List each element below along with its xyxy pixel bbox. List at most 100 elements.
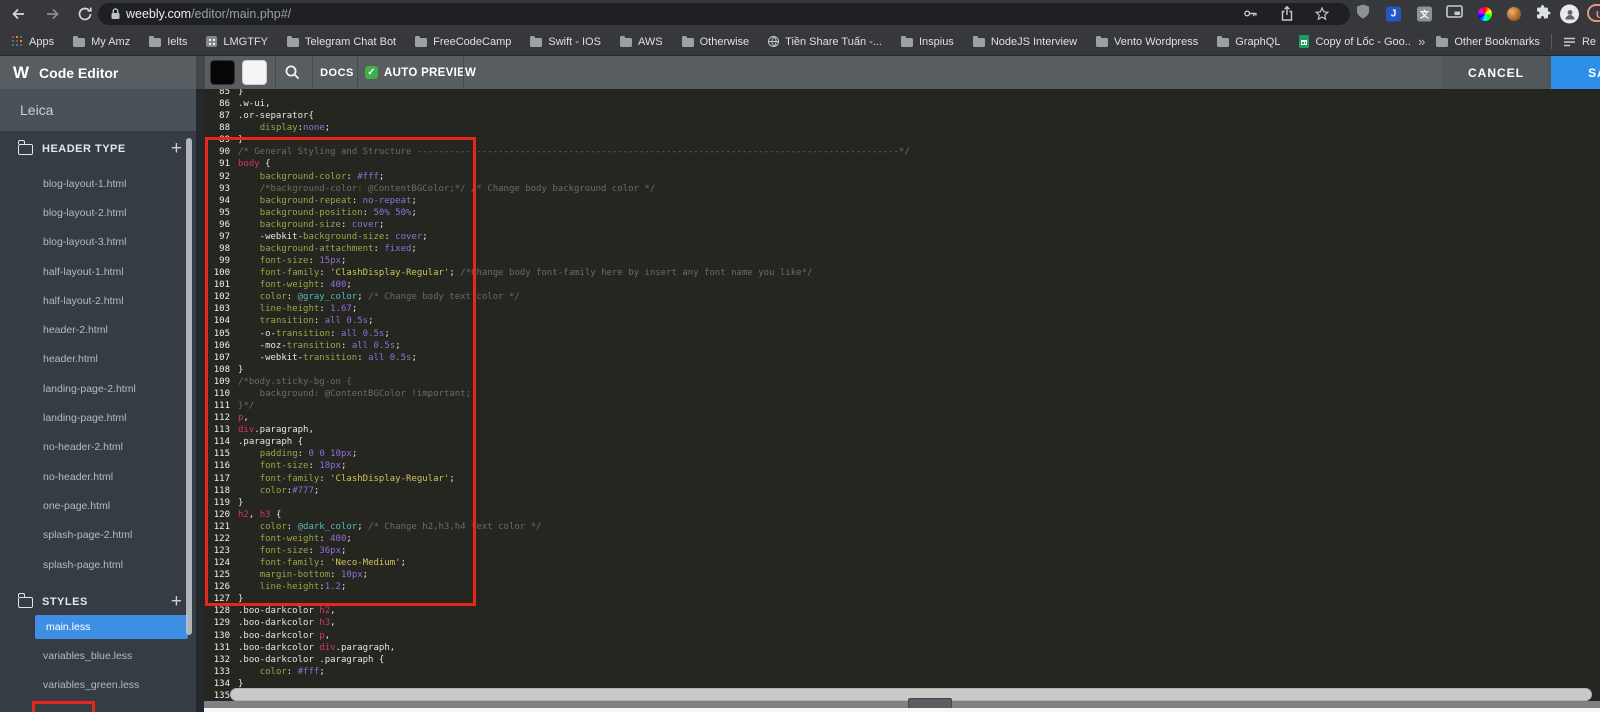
bookmark-star-icon[interactable] (1314, 6, 1330, 27)
code-line[interactable]: 94 background-repeat: no-repeat; (204, 195, 1600, 207)
code-line[interactable]: 109/*body.sticky-bg-on { (204, 376, 1600, 388)
sidebar-file-item[interactable]: splash-page.html (0, 550, 196, 579)
code-line[interactable]: 88 display:none; (204, 122, 1600, 134)
code-line[interactable]: 110 background: @ContentBGColor !importa… (204, 388, 1600, 400)
section-header-styles[interactable]: STYLES + (0, 590, 196, 614)
code-line[interactable]: 125 margin-bottom: 10px; (204, 569, 1600, 581)
bookmark-item[interactable]: Inspius (900, 36, 954, 48)
bookmark-item[interactable]: Tiền Share Tuấn -... (768, 36, 882, 48)
code-line[interactable]: 107 -webkit-transition: all 0.5s; (204, 352, 1600, 364)
code-line[interactable]: 95 background-position: 50% 50%; (204, 207, 1600, 219)
bookmark-item[interactable]: Ielts (149, 36, 187, 48)
code-line[interactable]: 114 .paragraph { (204, 436, 1600, 448)
sidebar-file-item[interactable]: splash-page-2.html (0, 521, 196, 550)
translate-extension-icon[interactable]: 文 (1417, 6, 1432, 22)
code-line[interactable]: 89} (204, 134, 1600, 146)
save-button[interactable]: SAVE (1551, 56, 1600, 89)
code-line[interactable]: 102 color: @gray_color; /* Change body t… (204, 291, 1600, 303)
code-line[interactable]: 116 font-size: 18px; (204, 460, 1600, 472)
sidebar-file-item[interactable]: header-2.html (0, 315, 196, 344)
reading-list[interactable]: Re (1563, 36, 1596, 48)
add-style-button[interactable]: + (171, 590, 182, 614)
code-line[interactable]: 119} (204, 497, 1600, 509)
bookmark-item[interactable]: Otherwise (681, 36, 749, 48)
code-line[interactable]: 93 /*background-color: @ContentBGColor;*… (204, 183, 1600, 195)
bookmark-item[interactable]: AWS (619, 36, 663, 48)
code-line[interactable]: 121 color: @dark_color; /* Change h2,h3,… (204, 521, 1600, 533)
bookmark-item[interactable]: Apps (12, 36, 54, 48)
share-icon[interactable] (1280, 5, 1294, 27)
code-line[interactable]: 115 padding: 0 0 10px; (204, 448, 1600, 460)
code-line[interactable]: 123 font-size: 36px; (204, 545, 1600, 557)
code-line[interactable]: 120 h2, h3 { (204, 509, 1600, 521)
sidebar-file-item[interactable]: blog-layout-2.html (0, 198, 196, 227)
bookmark-item[interactable]: LMGTFY (206, 36, 268, 48)
add-file-button[interactable]: + (171, 137, 182, 161)
forward-icon[interactable] (44, 6, 61, 23)
lock-icon[interactable] (110, 7, 121, 26)
bookmarks-overflow-chevron[interactable]: » (1418, 34, 1425, 49)
code-line[interactable]: 103 line-height: 1.67; (204, 303, 1600, 315)
profile-avatar[interactable] (1560, 4, 1579, 24)
bookmark-item[interactable]: Copy of Lốc - Goo... (1299, 35, 1414, 48)
theme-light-swatch[interactable] (242, 60, 267, 85)
docs-button[interactable]: DOCS (318, 56, 356, 89)
page-scrollbar-track[interactable] (204, 701, 1600, 708)
sidebar-scrollbar[interactable] (186, 138, 192, 635)
bookmark-item[interactable]: NodeJS Interview (972, 36, 1077, 48)
sidebar-file-item[interactable]: main.less (0, 613, 196, 642)
sidebar-file-item[interactable]: one-page.html (0, 491, 196, 520)
code-line[interactable]: 99 font-size: 15px; (204, 255, 1600, 267)
code-line[interactable]: 111}*/ (204, 400, 1600, 412)
code-line[interactable]: 131 .boo-darkcolor div.paragraph, (204, 642, 1600, 654)
sidebar-file-item[interactable]: blog-layout-3.html (0, 228, 196, 257)
code-line[interactable]: 86 .w-ui, (204, 98, 1600, 110)
code-line[interactable]: 91 body { (204, 158, 1600, 170)
search-icon[interactable] (284, 64, 301, 86)
code-line[interactable]: 105 -o-transition: all 0.5s; (204, 328, 1600, 340)
sidebar-file-item[interactable]: header.html (0, 345, 196, 374)
code-line[interactable]: 101 font-weight: 400; (204, 279, 1600, 291)
color-wheel-extension-icon[interactable] (1478, 7, 1492, 21)
code-line[interactable]: 104 transition: all 0.5s; (204, 315, 1600, 327)
code-line[interactable]: 85} (204, 89, 1600, 98)
bookmark-item[interactable]: My Amz (73, 36, 130, 48)
shield-extension-icon[interactable] (1356, 4, 1370, 25)
code-line[interactable]: 118 color:#777; (204, 485, 1600, 497)
code-line[interactable]: 127} (204, 593, 1600, 605)
extensions-puzzle-icon[interactable] (1535, 4, 1551, 25)
code-line[interactable]: 128 .boo-darkcolor h2, (204, 605, 1600, 617)
bookmark-item[interactable]: Vento Wordpress (1096, 36, 1198, 48)
password-key-icon[interactable] (1243, 6, 1258, 26)
bookmark-item[interactable]: Telegram Chat Bot (287, 36, 396, 48)
code-line[interactable]: 129 .boo-darkcolor h3, (204, 617, 1600, 629)
code-line[interactable]: 132 .boo-darkcolor .paragraph { (204, 654, 1600, 666)
code-editor[interactable]: 85} 86 .w-ui, 87 .or-separator{88 display:no… (204, 89, 1600, 712)
sidebar-file-item[interactable]: no-header.html (0, 462, 196, 491)
auto-preview-checkbox[interactable]: ✓ (365, 66, 378, 79)
j-extension-icon[interactable]: J (1386, 6, 1401, 22)
sidebar-file-item[interactable]: variables_blue.less (0, 642, 196, 671)
section-header-header-type[interactable]: HEADER TYPE + (0, 137, 196, 161)
other-bookmarks[interactable]: Other Bookmarks (1436, 36, 1540, 48)
sidebar-file-item[interactable]: no-header-2.html (0, 433, 196, 462)
url-bar[interactable]: weebly.com/editor/main.php#/ (98, 3, 1350, 25)
sidebar-file-item[interactable]: landing-page.html (0, 403, 196, 432)
bookmark-item[interactable]: Swift - IOS (530, 36, 601, 48)
reload-icon[interactable] (77, 6, 93, 22)
monkey-extension-icon[interactable] (1507, 7, 1521, 21)
code-line[interactable]: 98 background-attachment: fixed; (204, 243, 1600, 255)
code-line[interactable]: 112 p, (204, 412, 1600, 424)
code-line[interactable]: 97 -webkit-background-size: cover; (204, 231, 1600, 243)
bookmark-item[interactable]: GraphQL (1217, 36, 1280, 48)
code-line[interactable]: 126 line-height:1.2; (204, 581, 1600, 593)
sidebar-file-item[interactable]: variables_green.less (0, 670, 196, 699)
code-line[interactable]: 92 background-color: #fff; (204, 171, 1600, 183)
sidebar-file-item[interactable]: landing-page-2.html (0, 374, 196, 403)
code-line[interactable]: 124 font-family: 'Neco-Medium'; (204, 557, 1600, 569)
code-line[interactable]: 87 .or-separator{ (204, 110, 1600, 122)
code-line[interactable]: 113 div.paragraph, (204, 424, 1600, 436)
code-line[interactable]: 100 font-family: 'ClashDisplay-Regular';… (204, 267, 1600, 279)
code-line[interactable]: 133 color: #fff; (204, 666, 1600, 678)
code-line[interactable]: 106 -moz-transition: all 0.5s; (204, 340, 1600, 352)
